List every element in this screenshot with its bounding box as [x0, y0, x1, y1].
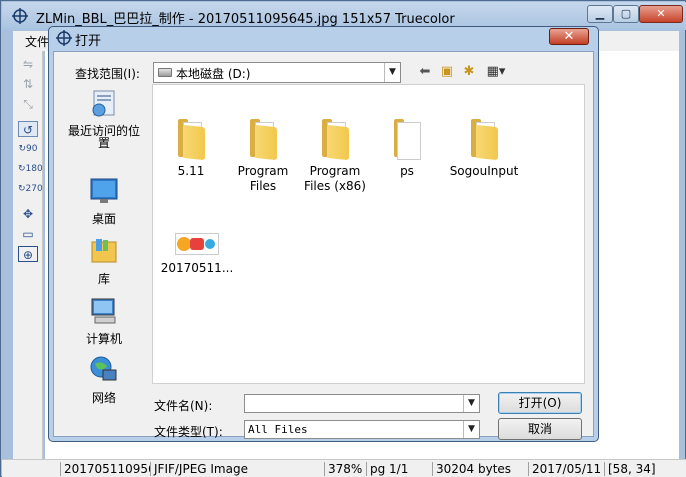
open-button[interactable]: 打开(O) — [498, 392, 582, 414]
file-name: ps — [400, 164, 414, 178]
place-libraries-label: 库 — [97, 272, 110, 286]
place-computer-label: 计算机 — [85, 332, 122, 346]
rotate-180-icon[interactable]: ↻180 — [18, 161, 43, 177]
file-item[interactable]: Program Files — [227, 119, 299, 194]
dialog-body: 查找范围(I): 本地磁盘 (D:) ▼ ⬅ ▣ ✱ ▦▾ 最近访问的位置 桌面 — [53, 51, 594, 440]
chevron-down-icon[interactable]: ▼ — [384, 63, 400, 82]
file-item[interactable]: 20170511... — [155, 233, 239, 276]
libraries-icon — [91, 239, 117, 263]
place-network-label: 网络 — [91, 391, 116, 405]
new-folder-icon[interactable]: ✱ — [459, 62, 479, 82]
place-recent-label: 最近访问的位置 — [67, 124, 140, 150]
minimize-button[interactable]: ▁ — [587, 5, 613, 23]
dialog-close-button[interactable]: ✕ — [549, 28, 589, 45]
recent-places-icon — [92, 90, 115, 117]
up-folder-icon[interactable]: ▣ — [437, 62, 457, 82]
status-format: JFIF/JPEG Image — [150, 462, 324, 476]
cancel-button[interactable]: 取消 — [498, 418, 582, 440]
status-filename: 20170511095645.jpg — [60, 462, 150, 476]
chevron-down-icon[interactable]: ▼ — [463, 421, 479, 438]
desktop-icon — [90, 178, 118, 203]
file-item[interactable]: ps — [371, 119, 443, 179]
rotate-270-icon[interactable]: ↻270 — [18, 181, 43, 197]
filename-input[interactable]: ▼ — [244, 394, 480, 413]
back-arrow-icon[interactable]: ⬅ — [415, 62, 435, 82]
rotate-90-icon[interactable]: ↻90 — [18, 141, 38, 157]
app-crosshair-icon — [12, 8, 28, 24]
folder-icon — [175, 119, 207, 161]
file-name: 5.11 — [177, 164, 205, 178]
crop-icon[interactable]: ▭ — [18, 226, 38, 242]
computer-icon — [91, 298, 116, 324]
look-in-label: 查找范围(I): — [75, 67, 140, 81]
file-name: Program Files — [237, 164, 289, 193]
zoom-icon[interactable]: ⊕ — [18, 246, 38, 262]
file-name: Program Files (x86) — [304, 164, 366, 193]
drive-icon — [158, 68, 172, 77]
status-bar: 20170511095645.jpg JFIF/JPEG Image 378% … — [2, 459, 686, 477]
filetype-dropdown[interactable]: All Files ▼ — [244, 420, 480, 439]
folder-icon — [468, 119, 500, 161]
filename-label: 文件名(N): — [154, 399, 213, 413]
image-thumbnail-icon — [175, 233, 219, 255]
folder-icon — [319, 119, 351, 161]
side-toolbar: ⇋ ⇅ ⤡ ↺ ↻90 ↻180 ↻270 ✥ ▭ ⊕ — [13, 51, 43, 461]
chevron-down-icon[interactable]: ▼ — [463, 395, 479, 412]
status-zoom: 378% — [324, 462, 366, 476]
network-icon — [90, 356, 117, 381]
file-item[interactable]: 5.11 — [155, 119, 227, 179]
window-title: ZLMin_BBL_巴巴拉_制作 - 20170511095645.jpg 15… — [36, 12, 455, 27]
place-libraries[interactable]: 库 — [66, 236, 142, 285]
flip-horizontal-icon[interactable]: ⇋ — [18, 56, 38, 72]
rotate-free-icon[interactable]: ⤡ — [18, 96, 38, 112]
folder-icon — [247, 119, 279, 161]
view-menu-icon[interactable]: ▦▾ — [482, 62, 510, 82]
move-icon[interactable]: ✥ — [18, 206, 38, 222]
place-network[interactable]: 网络 — [66, 355, 142, 404]
place-computer[interactable]: 计算机 — [66, 296, 142, 345]
flip-vertical-icon[interactable]: ⇅ — [18, 76, 38, 92]
look-in-value: 本地磁盘 (D:) — [176, 67, 251, 81]
place-recent[interactable]: 最近访问的位置 — [66, 88, 142, 149]
file-list[interactable]: 5.11 Program Files Program Files (x86) p… — [152, 84, 585, 384]
place-desktop-label: 桌面 — [91, 212, 116, 226]
filetype-value: All Files — [248, 423, 308, 436]
file-name: SogouInput — [449, 164, 519, 178]
file-item[interactable]: SogouInput — [443, 119, 525, 179]
open-file-dialog: 打开 ✕ 查找范围(I): 本地磁盘 (D:) ▼ ⬅ ▣ ✱ ▦▾ 最近访问的… — [48, 26, 599, 442]
place-desktop[interactable]: 桌面 — [66, 176, 142, 225]
folder-icon — [391, 119, 423, 161]
rotate-left-icon[interactable]: ↺ — [18, 121, 38, 137]
status-date: 2017/05/11 — [528, 462, 604, 476]
look-in-dropdown[interactable]: 本地磁盘 (D:) ▼ — [153, 62, 401, 83]
maximize-button[interactable]: ▢ — [613, 5, 639, 23]
file-item[interactable]: Program Files (x86) — [299, 119, 371, 194]
menu-file[interactable]: 文件 — [25, 33, 49, 50]
file-name: 20170511... — [160, 261, 234, 275]
status-page: pg 1/1 — [366, 462, 432, 476]
status-coords: [58, 34] — [604, 462, 684, 476]
filetype-label: 文件类型(T): — [154, 425, 223, 439]
dialog-crosshair-icon — [56, 30, 72, 46]
dialog-title: 打开 — [75, 34, 102, 49]
dialog-titlebar[interactable]: 打开 ✕ — [49, 27, 598, 49]
close-button[interactable]: ✕ — [639, 5, 683, 23]
status-size: 30204 bytes — [432, 462, 528, 476]
